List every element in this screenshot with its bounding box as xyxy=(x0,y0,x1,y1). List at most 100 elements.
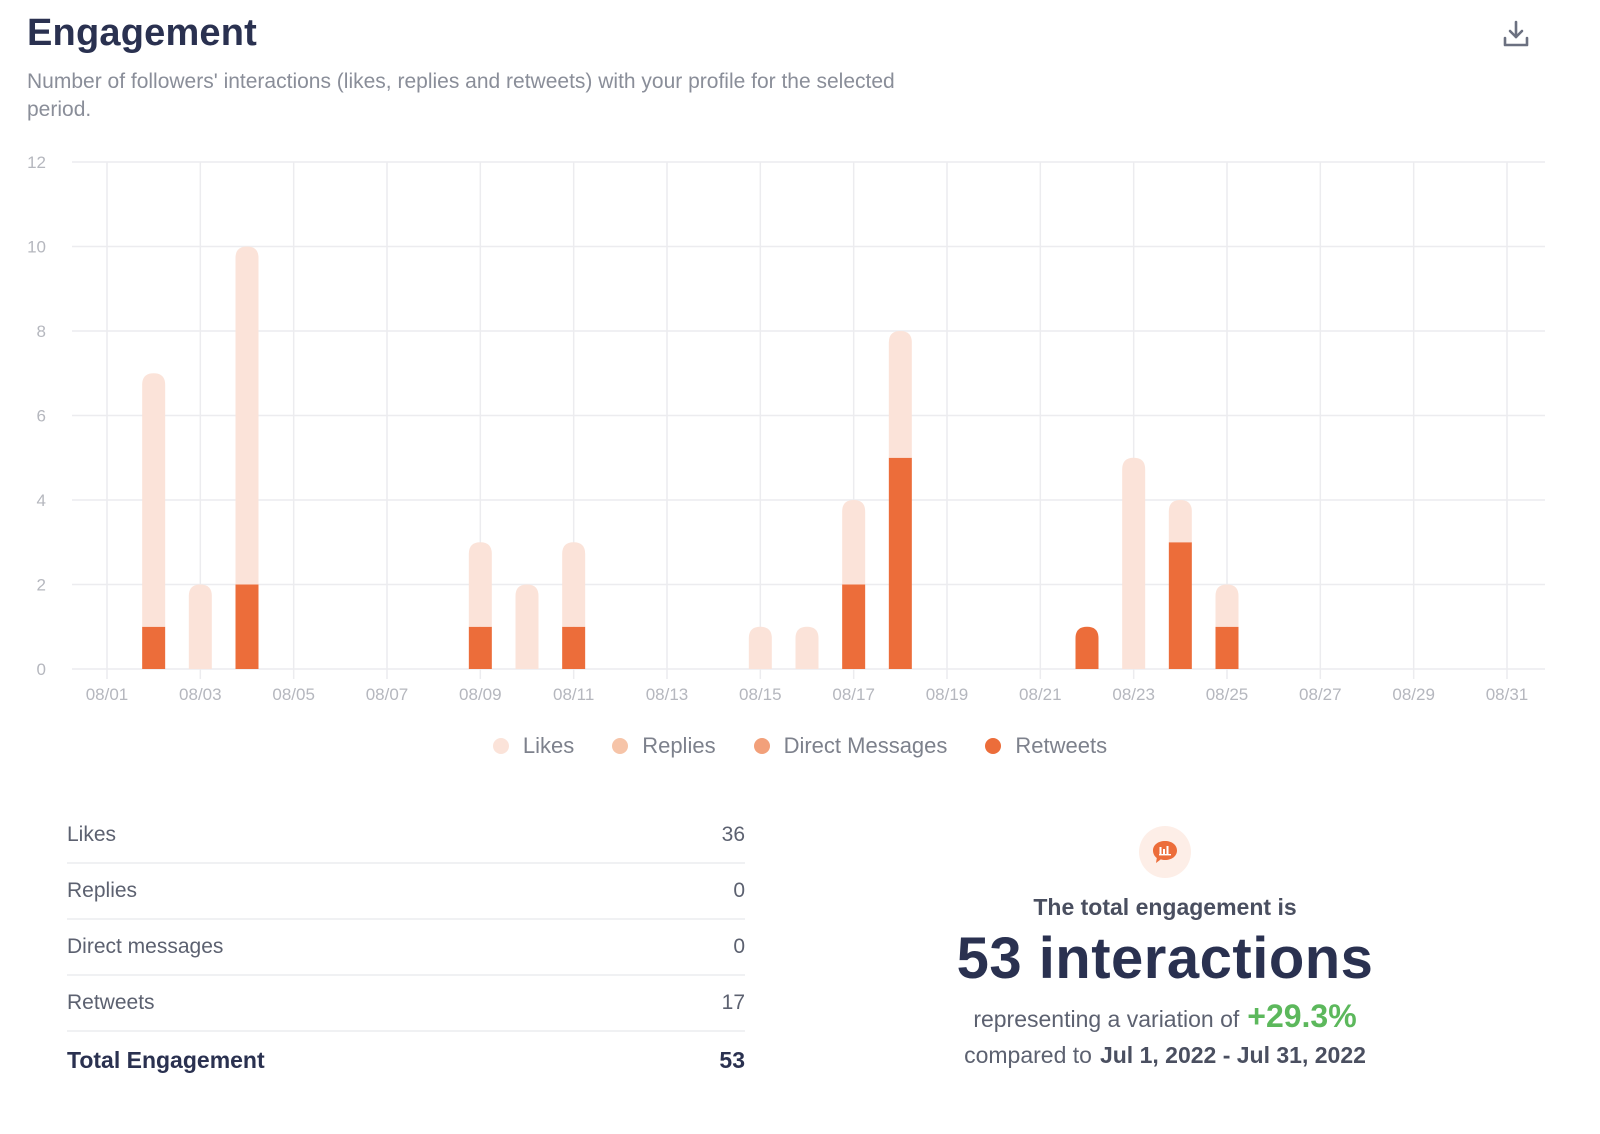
stat-value: 17 xyxy=(721,991,745,1014)
stat-value: 0 xyxy=(733,935,745,958)
bar-likes xyxy=(888,331,912,458)
stat-row-replies: Replies 0 xyxy=(67,864,745,920)
bar-stack-08-23 xyxy=(1122,457,1146,669)
variation-prefix: representing a variation of xyxy=(973,1006,1240,1032)
stat-row-total: Total Engagement 53 xyxy=(67,1032,745,1088)
y-tick-label: 2 xyxy=(37,576,46,595)
legend-dot-direct-messages xyxy=(753,738,770,754)
x-tick-label: 08/05 xyxy=(272,685,315,704)
legend-item-likes[interactable]: Likes xyxy=(492,733,575,759)
bar-retweets xyxy=(842,584,866,669)
bar-stack-08-18 xyxy=(888,331,912,669)
y-tick-label: 10 xyxy=(27,238,46,257)
x-tick-label: 08/19 xyxy=(926,685,969,704)
x-gridlines xyxy=(106,162,1508,679)
bar-likes xyxy=(1215,584,1239,627)
bar-stack-08-16 xyxy=(795,626,819,669)
stat-row-direct-messages: Direct messages 0 xyxy=(67,920,745,976)
bar-stack-08-25 xyxy=(1215,584,1239,669)
legend-dot-retweets xyxy=(985,738,1002,754)
bar-likes xyxy=(468,542,492,627)
bar-likes xyxy=(842,500,866,585)
legend-label: Replies xyxy=(642,733,716,758)
chart-legend: Likes Replies Direct Messages Retweets xyxy=(0,733,1600,759)
page-title: Engagement xyxy=(27,12,258,54)
bar-likes xyxy=(1168,500,1192,543)
bar-retweets xyxy=(235,584,259,669)
bar-stack-08-22 xyxy=(1075,626,1099,669)
summary-headline: 53 interactions xyxy=(956,926,1374,991)
bar-likes xyxy=(1122,457,1146,669)
bar-retweets xyxy=(1215,626,1239,669)
legend-label: Likes xyxy=(522,733,575,758)
bar-retweets xyxy=(562,626,586,669)
engagement-chart: 0 2 4 6 8 10 12 08/01 08/03 08/05 08/07 08/09 08/11… xyxy=(27,153,1545,704)
x-tick-label: 08/15 xyxy=(739,685,782,704)
bar-retweets xyxy=(468,626,492,669)
legend-label: Direct Messages xyxy=(783,733,948,758)
variation-value: +29.3% xyxy=(1247,998,1357,1034)
stat-label: Retweets xyxy=(67,991,155,1014)
legend-item-retweets[interactable]: Retweets xyxy=(985,733,1107,759)
bar-stack-08-11 xyxy=(562,542,586,669)
page-subtitle: Number of followers' interactions (likes… xyxy=(27,70,895,121)
bar-stack-08-03 xyxy=(188,584,212,669)
compare-range: Jul 1, 2022 - Jul 31, 2022 xyxy=(1099,1042,1366,1068)
bar-retweets xyxy=(888,457,912,669)
bar-retweets xyxy=(1075,626,1099,669)
compare-prefix: compared to xyxy=(964,1042,1092,1068)
x-tick-label: 08/03 xyxy=(179,685,222,704)
stat-label: Replies xyxy=(67,879,138,902)
x-tick-label: 08/27 xyxy=(1299,685,1342,704)
engagement-stats-table: Likes 36 Replies 0 Direct messages 0 Ret… xyxy=(67,808,745,1088)
stat-value: 53 xyxy=(719,1046,745,1073)
summary-icon-badge xyxy=(1139,826,1191,878)
bar-likes xyxy=(235,246,259,585)
bar-retweets xyxy=(1168,542,1192,669)
bar-retweets xyxy=(142,626,166,669)
download-button[interactable] xyxy=(1498,16,1534,52)
x-tick-label: 08/21 xyxy=(1019,685,1062,704)
legend-dot-replies xyxy=(612,738,629,754)
legend-item-replies[interactable]: Replies xyxy=(612,733,716,759)
stat-row-retweets: Retweets 17 xyxy=(67,976,745,1032)
x-tick-label: 08/01 xyxy=(86,685,129,704)
bar-likes xyxy=(562,542,586,627)
stat-label: Total Engagement xyxy=(67,1046,265,1073)
stat-row-likes: Likes 36 xyxy=(67,808,745,864)
bars xyxy=(142,246,1239,669)
bar-stack-08-17 xyxy=(842,500,866,669)
legend-item-direct-messages[interactable]: Direct Messages xyxy=(753,733,948,759)
engagement-summary: The total engagement is 53 interactions … xyxy=(930,826,1400,1073)
y-tick-label: 0 xyxy=(37,660,46,679)
stat-label: Direct messages xyxy=(67,935,224,958)
stat-label: Likes xyxy=(67,823,117,846)
x-tick-label: 08/17 xyxy=(832,685,875,704)
x-tick-label: 08/11 xyxy=(553,685,594,704)
bar-likes xyxy=(188,584,212,669)
y-axis-labels: 0 2 4 6 8 10 12 xyxy=(27,153,46,679)
bar-likes xyxy=(515,584,539,669)
x-tick-label: 08/09 xyxy=(459,685,502,704)
bar-likes xyxy=(795,626,819,669)
bar-stack-08-09 xyxy=(468,542,492,669)
bar-likes xyxy=(748,626,772,669)
chat-chart-icon xyxy=(1153,841,1177,863)
bar-stack-08-24 xyxy=(1168,500,1192,669)
y-tick-label: 6 xyxy=(37,407,46,426)
summary-lead: The total engagement is xyxy=(1033,894,1297,920)
bar-stack-08-15 xyxy=(748,626,772,669)
legend-label: Retweets xyxy=(1015,733,1108,758)
x-tick-label: 08/07 xyxy=(366,685,409,704)
summary-variation: representing a variation of +29.3% compar… xyxy=(930,998,1400,1073)
stat-value: 0 xyxy=(733,879,745,902)
bar-stack-08-10 xyxy=(515,584,539,669)
x-axis-labels: 08/01 08/03 08/05 08/07 08/09 08/11 08/13 08/15… xyxy=(86,685,1529,704)
y-tick-label: 12 xyxy=(27,153,46,172)
x-tick-label: 08/13 xyxy=(646,685,689,704)
x-tick-label: 08/31 xyxy=(1486,685,1529,704)
x-tick-label: 08/23 xyxy=(1112,685,1155,704)
x-tick-label: 08/29 xyxy=(1392,685,1435,704)
bar-likes xyxy=(142,373,166,627)
y-tick-label: 4 xyxy=(37,491,46,510)
